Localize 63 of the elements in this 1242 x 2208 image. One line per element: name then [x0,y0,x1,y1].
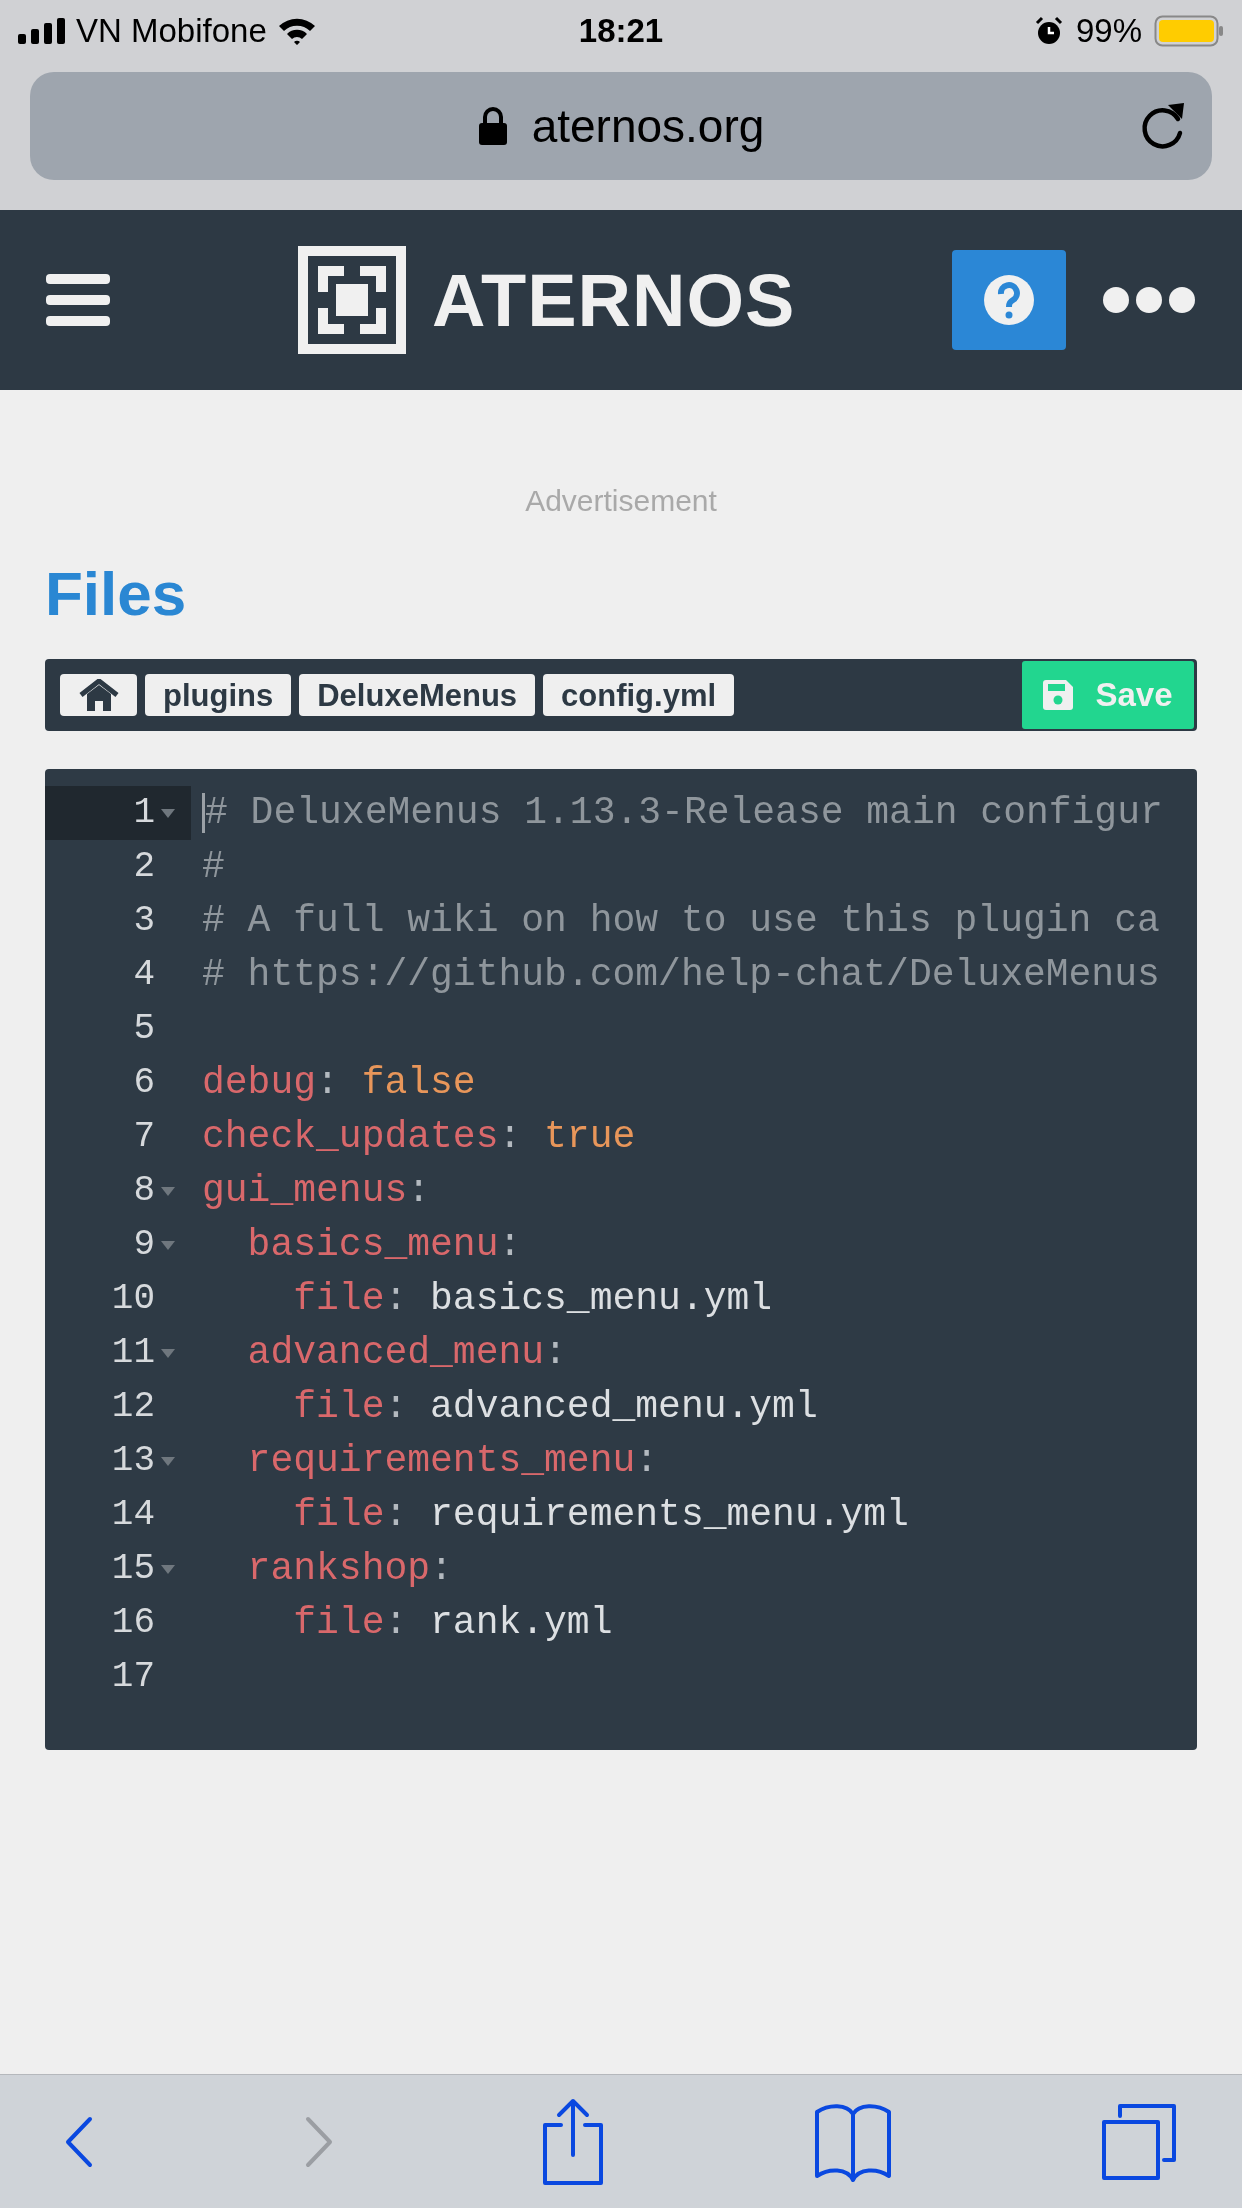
text-cursor [202,793,205,833]
battery-icon [1154,15,1224,47]
line-number: 9 [133,1223,155,1267]
signal-icon [18,18,66,44]
line-number: 13 [111,1439,155,1483]
advertisement-label: Advertisement [525,483,717,519]
lock-icon [477,106,508,146]
code-line: file: rank.yml [292,1604,613,1642]
line-number: 8 [133,1169,155,1213]
code-line: file: requirements_menu.yml [292,1496,909,1534]
brand-name: ATERNOS [432,257,796,344]
address-bar[interactable]: aternos.org [30,72,1212,180]
menu-icon[interactable] [46,274,110,326]
help-button[interactable] [952,250,1066,350]
fold-arrow-icon[interactable] [161,1456,175,1466]
code-line: requirements_menu: [246,1442,659,1480]
clock-time: 18:21 [577,11,665,52]
line-number: 11 [111,1331,155,1375]
line-number: 3 [133,899,155,943]
line-number: 10 [111,1277,155,1321]
code-line: # DeluxeMenus 1.13.3-Release main configur [205,794,1163,832]
breadcrumb-link[interactable]: plugins [145,674,292,716]
page-title: Files [45,563,188,625]
code-line: gui_menus: [202,1172,431,1210]
code-line: advanced_menu: [246,1334,567,1372]
line-number: 7 [133,1115,155,1159]
fold-arrow-icon[interactable] [161,1348,175,1358]
code-line: debug: false [202,1064,476,1102]
more-icon[interactable] [1102,286,1196,314]
code-line: check_updates: true [202,1118,636,1156]
fold-arrow-icon[interactable] [161,1186,175,1196]
fold-arrow-icon[interactable] [161,808,175,818]
code-editor[interactable] [45,769,1197,1750]
code-line: rankshop: [246,1550,453,1588]
fold-arrow-icon[interactable] [161,1240,175,1250]
alarm-icon [1033,16,1064,46]
line-number: 14 [111,1493,155,1537]
help-icon [984,275,1034,325]
battery-percent: 99% [1075,11,1142,52]
code-line: # A full wiki on how to use this plugin ca [202,902,1160,940]
line-number: 4 [133,953,155,997]
code-line: file: advanced_menu.yml [292,1388,818,1426]
code-line: basics_menu: [246,1226,522,1264]
line-number: 17 [111,1655,155,1699]
line-number: 12 [111,1385,155,1429]
home-button[interactable] [60,674,137,716]
line-number: 16 [111,1601,155,1645]
breadcrumb-link[interactable]: config.yml [543,674,735,716]
home-icon [78,679,119,711]
code-line: # [202,848,225,886]
share-icon[interactable] [541,2096,605,2187]
logo-icon [298,246,406,354]
line-number: 15 [111,1547,155,1591]
line-number: 6 [133,1061,155,1105]
code-line: # https://github.com/help-chat/DeluxeMenus [202,956,1160,994]
url-text: aternos.org [531,98,765,154]
carrier-name: VN Mobifone [76,11,267,52]
line-number: 1 [133,791,155,835]
breadcrumb-link[interactable]: DeluxeMenus [299,674,536,716]
line-number: 5 [133,1007,155,1051]
code-line: file: basics_menu.yml [292,1280,773,1318]
fold-arrow-icon[interactable] [161,1564,175,1574]
line-number: 2 [133,845,155,889]
